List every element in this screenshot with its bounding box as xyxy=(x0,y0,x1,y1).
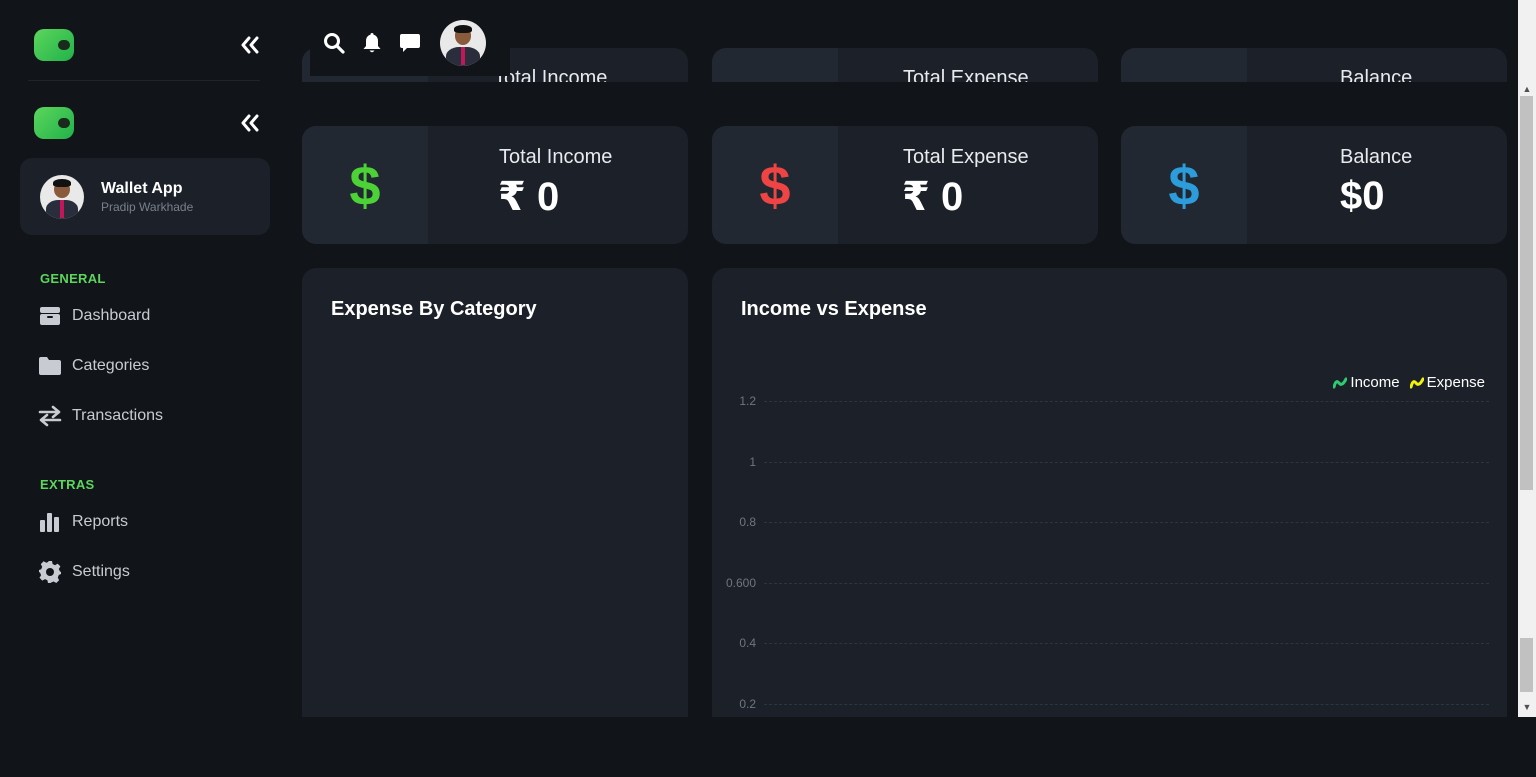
transfer-arrows-icon xyxy=(38,404,62,428)
user-name: Pradip Warkhade xyxy=(101,199,194,214)
grid-line xyxy=(764,522,1489,524)
ghost-stat-title: Balance xyxy=(1340,67,1413,82)
profile-card[interactable]: Wallet App Pradip Warkhade xyxy=(20,158,270,235)
collapse-sidebar-button[interactable] xyxy=(236,31,264,59)
y-tick-label: 0.2 xyxy=(739,697,756,711)
stat-value: ₹ 0 xyxy=(498,175,560,219)
stat-card-income: $ Total Income ₹ 0 xyxy=(302,126,688,244)
bar-chart-icon xyxy=(38,510,62,534)
sidebar-header-top xyxy=(34,27,264,63)
sidebar: Wallet App Pradip Warkhade GENERAL Dashb… xyxy=(0,0,292,777)
collapse-sidebar-button[interactable] xyxy=(236,109,264,137)
legend-line-icon xyxy=(1333,377,1348,388)
double-chevron-left-icon xyxy=(241,36,259,54)
y-tick-label: 1.2 xyxy=(739,394,756,408)
header-shadow xyxy=(292,82,1518,92)
income-vs-expense-panel: Income vs Expense Income Expense 1.2 1 0.8… xyxy=(712,268,1507,717)
stat-card-expense: $ Total Expense ₹ 0 xyxy=(712,126,1098,244)
y-tick-label: 0.4 xyxy=(739,636,756,651)
folder-icon xyxy=(38,354,62,378)
wallet-logo-icon xyxy=(34,29,74,61)
ghost-stat-card: Total Expense xyxy=(712,48,1098,82)
stat-title: Balance xyxy=(1340,146,1413,168)
scroll-down-arrow-icon[interactable]: ▼ xyxy=(1522,702,1532,712)
ghost-stat-title: Total Income xyxy=(494,67,608,82)
stat-title: Total Expense xyxy=(903,146,1029,168)
grid-line xyxy=(764,401,1489,402)
sidebar-item-transactions[interactable]: Transactions xyxy=(38,401,163,431)
gear-icon xyxy=(38,560,62,584)
section-title-general: GENERAL xyxy=(40,271,106,286)
panel-title: Income vs Expense xyxy=(741,298,927,320)
legend-item-expense[interactable]: Expense xyxy=(1409,374,1485,391)
sidebar-item-label: Categories xyxy=(72,357,150,374)
scrollbar-thumb-lower[interactable] xyxy=(1520,638,1533,692)
avatar xyxy=(40,174,84,219)
app: Wallet App Pradip Warkhade GENERAL Dashb… xyxy=(0,0,1536,777)
sidebar-item-label: Settings xyxy=(72,563,130,580)
sidebar-item-reports[interactable]: Reports xyxy=(38,507,128,537)
grid-line xyxy=(764,461,1489,463)
ghost-stat-card: Balance xyxy=(1121,48,1507,82)
legend-label: Income xyxy=(1350,374,1400,391)
dollar-icon: $ xyxy=(712,126,838,244)
y-tick-label: 0.600 xyxy=(725,575,756,590)
stat-card-balance: $ Balance $0 xyxy=(1121,126,1507,244)
legend-label: Expense xyxy=(1426,374,1485,391)
y-tick-label: 0.8 xyxy=(739,515,756,530)
stat-value: ₹ 0 xyxy=(902,175,964,219)
topbar xyxy=(310,10,510,76)
scrollbar-thumb[interactable] xyxy=(1520,96,1533,490)
sidebar-item-label: Transactions xyxy=(72,407,163,424)
dashboard-icon xyxy=(38,304,62,328)
page-scrollbar[interactable]: ▲ ▼ xyxy=(1518,0,1536,717)
dollar-icon: $ xyxy=(302,126,428,244)
double-chevron-left-icon xyxy=(241,114,259,132)
scroll-up-arrow-icon[interactable]: ▲ xyxy=(1522,84,1532,94)
app-name: Wallet App xyxy=(101,179,183,197)
sidebar-item-dashboard[interactable]: Dashboard xyxy=(38,301,150,331)
wallet-logo-icon xyxy=(34,107,74,139)
legend-item-income[interactable]: Income xyxy=(1333,374,1400,391)
search-icon[interactable] xyxy=(322,31,346,55)
sidebar-item-settings[interactable]: Settings xyxy=(38,557,130,587)
bottom-background xyxy=(0,717,1536,777)
y-tick-label: 1 xyxy=(749,454,756,469)
expense-by-category-panel: Expense By Category xyxy=(302,268,688,717)
bell-icon[interactable] xyxy=(360,31,384,55)
chat-icon[interactable] xyxy=(398,31,422,55)
sidebar-item-label: Reports xyxy=(72,513,129,530)
sidebar-item-categories[interactable]: Categories xyxy=(38,351,149,381)
sidebar-item-label: Dashboard xyxy=(72,307,151,324)
ghost-stat-title: Total Expense xyxy=(903,67,1029,82)
dollar-icon: $ xyxy=(1121,126,1247,244)
grid-line xyxy=(764,643,1489,645)
user-avatar[interactable] xyxy=(440,20,486,66)
panel-title: Expense By Category xyxy=(331,298,537,320)
stat-value: $0 xyxy=(1340,174,1385,218)
stat-title: Total Income xyxy=(499,146,613,168)
chart-legend: Income Expense xyxy=(1323,374,1485,391)
sidebar-header xyxy=(34,105,264,141)
legend-line-icon xyxy=(1409,377,1424,388)
grid-line xyxy=(764,582,1489,584)
sidebar-divider xyxy=(28,80,260,81)
section-title-extras: EXTRAS xyxy=(40,477,95,492)
grid-line xyxy=(764,704,1489,705)
